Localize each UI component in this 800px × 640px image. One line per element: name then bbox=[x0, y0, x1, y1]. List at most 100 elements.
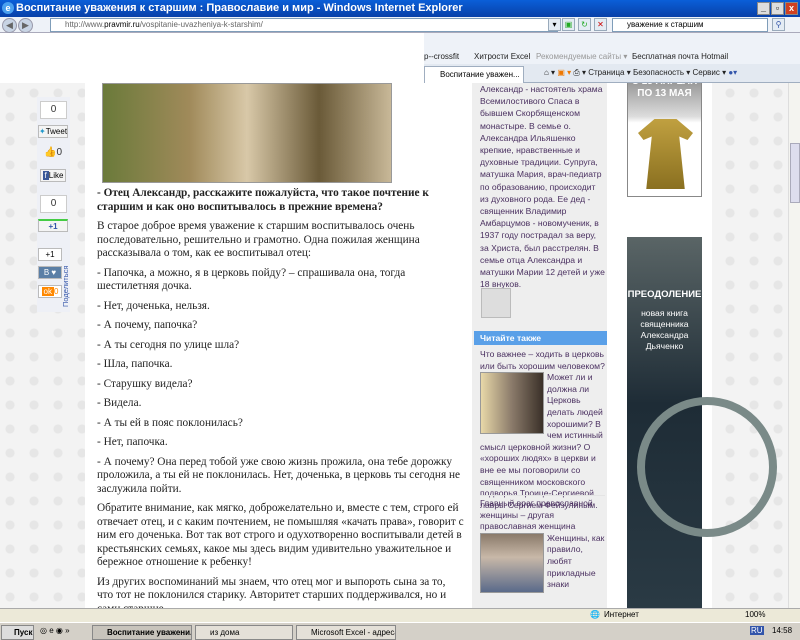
related-thumbnail[interactable] bbox=[480, 372, 544, 435]
tweet-count: 0 bbox=[40, 101, 67, 119]
print-icon[interactable]: ⎙ ▾ bbox=[573, 68, 586, 77]
language-indicator[interactable]: RU bbox=[750, 626, 764, 635]
task-ie[interactable]: Воспитание уважени... bbox=[92, 625, 192, 640]
tab-label: Воспитание уважен... bbox=[440, 70, 520, 79]
vertical-scrollbar[interactable] bbox=[788, 83, 800, 608]
url-path: /vospitanie-uvazheniya-k-starshim/ bbox=[139, 20, 263, 29]
plus-count: 0 bbox=[40, 195, 67, 213]
paragraph: - Нет, папочка. bbox=[97, 436, 168, 448]
ok-count: 0 bbox=[54, 287, 59, 296]
share-panel: 0 ✦Tweet 👍0 f Like 0 +1 +1 В ♥ ok 0 Подели… bbox=[37, 97, 70, 312]
plus-one-count[interactable]: +1 bbox=[38, 248, 62, 261]
twitter-icon: ✦ bbox=[39, 127, 46, 136]
ie-icon: e bbox=[2, 2, 14, 14]
favorites-bar: p--crossfit Хитрости Excel Рекомендуемые… bbox=[424, 33, 800, 64]
ok-icon: ok bbox=[41, 287, 54, 296]
paragraph: - Видела. bbox=[97, 397, 142, 409]
robe-image bbox=[638, 119, 693, 189]
paragraph: В старое доброе время уважение к старшим… bbox=[97, 220, 420, 259]
back-button[interactable]: ◀ bbox=[2, 18, 17, 33]
help-icon[interactable]: ●▾ bbox=[728, 68, 737, 77]
related-article[interactable]: Главный враг православной женщины – друг… bbox=[480, 495, 605, 593]
facebook-like-button[interactable]: f Like bbox=[40, 169, 66, 182]
related-title[interactable]: Главный враг православной женщины – друг… bbox=[480, 498, 605, 533]
related-thumbnail[interactable] bbox=[480, 532, 544, 593]
blank-overlay bbox=[0, 33, 424, 83]
like-label: Like bbox=[48, 171, 64, 180]
globe-icon: 🌐 bbox=[590, 610, 600, 619]
command-bar: ⌂ ▾ ▣ ▾ ⎙ ▾ Страница ▾ Безопасность ▾ Се… bbox=[544, 68, 737, 78]
tweet-button[interactable]: ✦Tweet bbox=[38, 125, 68, 138]
favorite-link[interactable]: Бесплатная почта Hotmail bbox=[632, 52, 728, 61]
forward-button[interactable]: ▶ bbox=[18, 18, 33, 33]
address-bar: ◀ ▶ http://www.pravmir.ru/vospitanie-uva… bbox=[0, 17, 800, 33]
author-bio: Александр - настоятель храма Всемилостив… bbox=[480, 84, 605, 290]
like-count: 👍0 bbox=[42, 145, 64, 163]
paragraph: - Старушку видела? bbox=[97, 377, 193, 390]
menu-security[interactable]: Безопасность ▾ bbox=[633, 68, 690, 77]
menu-tools[interactable]: Сервис ▾ bbox=[692, 68, 726, 77]
ad2-text: новая книга священника Александра Дьячен… bbox=[640, 308, 689, 351]
paragraph: Из других воспоминаний мы знаем, что оте… bbox=[97, 575, 447, 609]
taskbar: Пуск ◎ e ◉ » Воспитание уважени... из до… bbox=[0, 622, 800, 640]
favorite-link[interactable]: p--crossfit bbox=[424, 52, 459, 61]
paragraph: Обратите внимание, как мягко, доброжелат… bbox=[97, 502, 464, 568]
read-also-header: Читайте также bbox=[474, 331, 607, 345]
paragraph: - Папочка, а можно, я в церковь пойду? –… bbox=[97, 266, 406, 293]
stop-icon[interactable]: ✕ bbox=[594, 18, 607, 31]
tab-row: Воспитание уважен... x ⌂ ▾ ▣ ▾ ⎙ ▾ Стран… bbox=[424, 64, 800, 94]
paragraph: - Нет, доченька, нельзя. bbox=[97, 299, 210, 312]
clock: 14:58 bbox=[772, 626, 793, 635]
ad2-title: ПРЕОДОЛЕНИЕ bbox=[627, 289, 702, 300]
title-bar: e Воспитание уважения к старшим : Правос… bbox=[0, 0, 800, 17]
odnoklassniki-button[interactable]: ok 0 bbox=[38, 285, 62, 298]
article-question: - Отец Александр, расскажите пожалуйста,… bbox=[97, 187, 429, 213]
home-icon[interactable]: ⌂ ▾ bbox=[544, 68, 555, 77]
content-area: - Отец Александр, расскажите пожалуйста,… bbox=[85, 83, 777, 608]
favorite-link[interactable]: Рекомендуемые сайты ▾ bbox=[536, 52, 627, 61]
favorite-link[interactable]: Хитрости Excel bbox=[474, 52, 530, 61]
paragraph: - А ты сегодня по улице шла? bbox=[97, 338, 240, 351]
ad1-text: С 13 АПРЕЛЯ ПО 13 МАЯ bbox=[632, 83, 698, 99]
search-icon[interactable]: ⚲ bbox=[772, 18, 785, 31]
url-input[interactable]: http://www.pravmir.ru/vospitanie-uvazhen… bbox=[50, 18, 558, 32]
refresh-icon[interactable]: ↻ bbox=[578, 18, 591, 31]
wheel-image bbox=[637, 397, 777, 537]
article-photo bbox=[102, 83, 392, 183]
task-folder[interactable]: из дома bbox=[195, 625, 293, 640]
paragraph: - А почему, папочка? bbox=[97, 319, 198, 331]
minimize-button[interactable]: _ bbox=[757, 2, 770, 15]
zoom-control[interactable]: 100% bbox=[745, 610, 765, 619]
paragraph: - А ты ей в пояс поклонилась? bbox=[97, 416, 243, 429]
search-input[interactable]: уважение к старшим bbox=[612, 18, 768, 32]
related-article[interactable]: Что важнее – ходить в церковь или быть х… bbox=[480, 349, 605, 511]
maximize-button[interactable]: ▫ bbox=[771, 2, 784, 15]
share-link[interactable]: Поделиться bbox=[61, 266, 70, 307]
tab-active[interactable]: Воспитание уважен... x bbox=[424, 66, 524, 94]
paragraph: - Шла, папочка. bbox=[97, 358, 173, 370]
start-button[interactable]: Пуск bbox=[1, 625, 34, 640]
like-count-value: 0 bbox=[56, 147, 62, 158]
status-bar: 🌐 Интернет 100% bbox=[0, 608, 800, 622]
web-page: 0 ✦Tweet 👍0 f Like 0 +1 +1 В ♥ ok 0 Подели… bbox=[0, 83, 788, 608]
menu-page[interactable]: Страница ▾ bbox=[588, 68, 631, 77]
related-title[interactable]: Что важнее – ходить в церковь или быть х… bbox=[480, 349, 605, 372]
window-title: Воспитание уважения к старшим : Правосла… bbox=[16, 2, 463, 14]
rss-icon[interactable]: ▣ ▾ bbox=[557, 68, 571, 77]
zone-label: Интернет bbox=[604, 610, 639, 619]
google-plus-button[interactable]: +1 bbox=[38, 219, 68, 232]
close-button[interactable]: x bbox=[785, 2, 798, 15]
thumbs-up-icon: 👍 bbox=[43, 147, 57, 158]
book-ad-banner[interactable]: ПРЕОДОЛЕНИЕ новая книга священника Алекс… bbox=[627, 237, 777, 608]
url-domain: pravmir.ru bbox=[104, 20, 140, 29]
article-body: - Отец Александр, расскажите пожалуйста,… bbox=[97, 187, 464, 608]
compat-icon[interactable]: ▣ bbox=[562, 18, 575, 31]
task-excel[interactable]: Microsoft Excel - адреса... bbox=[296, 625, 396, 640]
avatar bbox=[481, 288, 511, 318]
exhibition-ad-banner[interactable]: С 13 АПРЕЛЯ ПО 13 МАЯ bbox=[627, 83, 702, 197]
scroll-thumb[interactable] bbox=[790, 143, 800, 203]
dropdown-icon[interactable]: ▾ bbox=[548, 18, 561, 31]
paragraph: - А почему? Она перед тобой уже свою жиз… bbox=[97, 455, 461, 495]
quicklaunch-icons[interactable]: ◎ e ◉ » bbox=[40, 626, 70, 635]
vk-button[interactable]: В ♥ bbox=[38, 266, 62, 279]
